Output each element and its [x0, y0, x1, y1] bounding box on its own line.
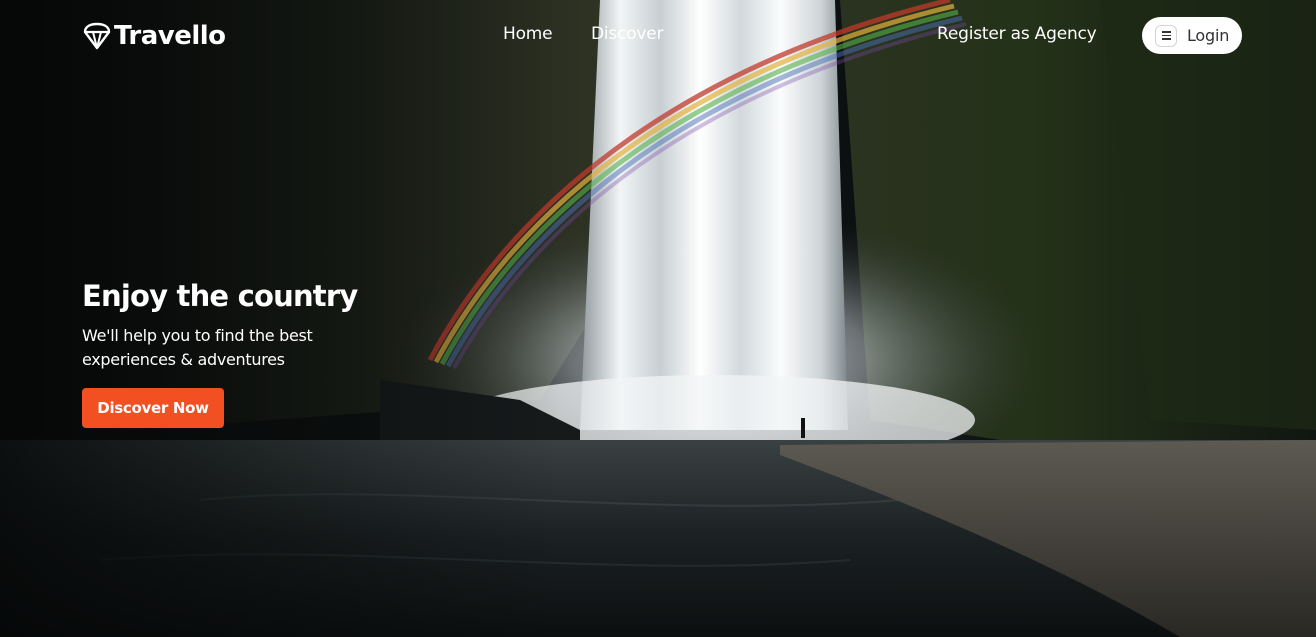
login-button[interactable]: Login	[1142, 17, 1242, 54]
nav-link-home[interactable]: Home	[503, 24, 553, 44]
hero-section: Travello Home Discover Register as Agenc…	[0, 0, 1316, 637]
hero-background-image	[0, 0, 1316, 637]
hero-title: Enjoy the country	[82, 279, 358, 313]
menu-icon	[1155, 24, 1177, 47]
discover-now-button[interactable]: Discover Now	[82, 388, 224, 428]
nav-link-register-agency[interactable]: Register as Agency	[937, 24, 1097, 44]
top-navbar: Travello Home Discover Register as Agenc…	[0, 0, 1316, 72]
hot-air-balloon-icon	[83, 22, 111, 50]
brand-name: Travello	[114, 21, 226, 51]
hero-subtitle: We'll help you to find the best experien…	[82, 326, 313, 369]
login-label: Login	[1187, 26, 1230, 45]
brand-logo-link[interactable]: Travello	[82, 18, 226, 54]
nav-link-discover[interactable]: Discover	[591, 24, 664, 44]
